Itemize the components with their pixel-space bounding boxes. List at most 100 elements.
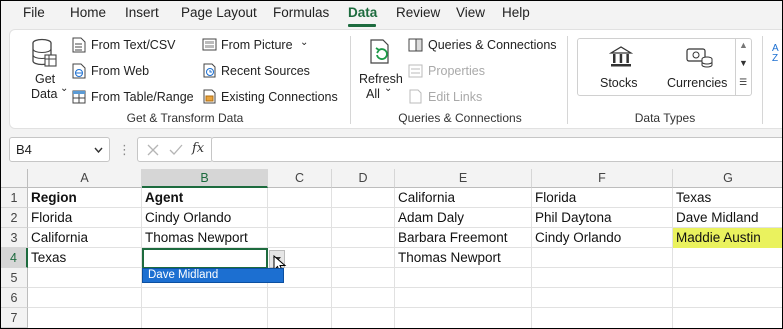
cell-a1[interactable]: Region xyxy=(28,188,141,208)
gallery-scroll[interactable]: ▲ ▼ ☰ xyxy=(735,39,751,95)
edit-links-label: Edit Links xyxy=(428,90,483,104)
insert-function-icon[interactable]: fx xyxy=(192,141,204,156)
from-text-csv-button[interactable]: From Text/CSV xyxy=(72,36,192,54)
chevron-up-icon[interactable]: ▲ xyxy=(739,40,748,50)
cell-a2[interactable]: Florida xyxy=(28,208,141,228)
formula-bar: B4 ⋮ fx xyxy=(9,137,782,163)
refresh-label-1: Refresh xyxy=(359,72,403,86)
column-header-e[interactable]: E xyxy=(395,169,532,188)
tab-help[interactable]: Help xyxy=(502,5,530,20)
row-header-4[interactable]: 4 xyxy=(1,248,28,268)
from-web-button[interactable]: From Web xyxy=(72,62,192,80)
recent-sources-button[interactable]: Recent Sources xyxy=(202,62,322,80)
dropdown-option[interactable]: Dave Midland xyxy=(142,268,284,283)
gridline xyxy=(28,307,782,308)
stocks-button[interactable]: Stocks xyxy=(592,42,648,94)
column-header-c[interactable]: C xyxy=(268,169,332,188)
web-page-icon xyxy=(72,63,86,79)
ribbon-panel: Get Data ⌄ From Text/CSV From Web From T… xyxy=(9,29,782,129)
column-header-a[interactable]: A xyxy=(28,169,142,188)
recent-sources-label: Recent Sources xyxy=(221,64,310,78)
formula-input[interactable] xyxy=(211,137,782,162)
cell-g1[interactable]: Texas xyxy=(673,188,782,208)
cell-f1[interactable]: Florida xyxy=(532,188,672,208)
tab-formulas[interactable]: Formulas xyxy=(273,5,329,20)
row-header-1[interactable]: 1 xyxy=(1,188,28,208)
group-divider xyxy=(762,36,763,124)
connection-file-icon xyxy=(203,89,216,104)
sort-az-icon[interactable]: AZ xyxy=(772,44,779,64)
queries-connections-label: Queries & Connections xyxy=(428,38,557,52)
currencies-label: Currencies xyxy=(667,76,728,90)
group-divider xyxy=(567,36,568,124)
worksheet-grid[interactable]: A B C D E F G 1 2 3 4 5 6 7 Region Agent… xyxy=(1,169,782,328)
tab-view[interactable]: View xyxy=(456,5,485,20)
drag-handle-icon[interactable]: ⋮ xyxy=(118,142,131,158)
column-header-g[interactable]: G xyxy=(673,169,782,188)
existing-connections-button[interactable]: Existing Connections xyxy=(202,88,347,106)
column-header-d[interactable]: D xyxy=(332,169,395,188)
row-header-3[interactable]: 3 xyxy=(1,228,28,248)
cell-b2[interactable]: Cindy Orlando xyxy=(142,208,267,228)
queries-connections-button[interactable]: Queries & Connections xyxy=(408,36,558,54)
cell-e2[interactable]: Adam Daly xyxy=(395,208,531,228)
active-cell-b4[interactable] xyxy=(142,248,268,269)
group-divider xyxy=(350,36,351,124)
name-box[interactable]: B4 xyxy=(9,137,110,162)
refresh-all-button[interactable]: Refresh All ⌄ xyxy=(358,36,403,106)
tab-page-layout[interactable]: Page Layout xyxy=(181,5,257,20)
bank-icon xyxy=(609,46,633,67)
clock-icon xyxy=(203,63,216,78)
tab-insert[interactable]: Insert xyxy=(125,5,159,20)
tab-data[interactable]: Data xyxy=(348,5,377,20)
column-header-b[interactable]: B xyxy=(142,169,268,188)
from-picture-button[interactable]: From Picture ⌄ xyxy=(202,36,322,54)
row-header-7[interactable]: 7 xyxy=(1,308,28,328)
tab-review[interactable]: Review xyxy=(396,5,440,20)
cell-a4[interactable]: Texas xyxy=(28,248,141,268)
cell-e3[interactable]: Barbara Freemont xyxy=(395,228,531,248)
cancel-icon[interactable] xyxy=(147,144,159,156)
picture-icon xyxy=(202,38,217,51)
tab-file[interactable]: File xyxy=(23,5,45,20)
tab-home[interactable]: Home xyxy=(70,5,106,20)
from-table-range-label: From Table/Range xyxy=(91,90,194,104)
enter-check-icon[interactable] xyxy=(169,144,183,156)
currency-icon xyxy=(686,48,713,68)
chevron-down-icon: ⌄ xyxy=(300,37,309,48)
queries-pane-icon xyxy=(408,38,423,52)
properties-icon xyxy=(408,64,423,78)
stocks-label: Stocks xyxy=(600,76,638,90)
table-icon xyxy=(72,90,86,104)
column-header-f[interactable]: F xyxy=(532,169,673,188)
dropdown-option-label: Dave Midland xyxy=(148,269,219,281)
gridline xyxy=(28,287,782,288)
currencies-button[interactable]: Currencies xyxy=(666,42,736,94)
chevron-down-icon: ⌄ xyxy=(384,83,393,94)
cell-e1[interactable]: California xyxy=(395,188,531,208)
existing-connections-label: Existing Connections xyxy=(221,90,338,104)
data-types-group-label: Data Types xyxy=(634,111,696,125)
select-all-corner[interactable] xyxy=(1,169,28,188)
cell-b3[interactable]: Thomas Newport xyxy=(142,228,267,248)
data-types-gallery: Stocks Currencies xyxy=(577,38,752,96)
text-file-icon xyxy=(72,37,86,53)
get-transform-group-label: Get & Transform Data xyxy=(126,111,244,125)
name-box-value: B4 xyxy=(16,142,32,157)
cell-f2[interactable]: Phil Daytona xyxy=(532,208,672,228)
row-header-2[interactable]: 2 xyxy=(1,208,28,228)
refresh-icon xyxy=(370,39,389,64)
cell-b1[interactable]: Agent xyxy=(142,188,267,208)
cell-g2[interactable]: Dave Midland xyxy=(673,208,782,228)
queries-group-label: Queries & Connections xyxy=(398,111,522,125)
cell-g3[interactable]: Maddie Austin xyxy=(673,228,782,248)
chevron-down-icon[interactable]: ▼ xyxy=(739,58,748,68)
row-header-5[interactable]: 5 xyxy=(1,268,28,288)
get-data-button[interactable]: Get Data ⌄ xyxy=(18,36,68,106)
from-table-range-button[interactable]: From Table/Range xyxy=(72,88,202,106)
row-header-6[interactable]: 6 xyxy=(1,288,28,308)
cell-f3[interactable]: Cindy Orlando xyxy=(532,228,672,248)
cell-a3[interactable]: California xyxy=(28,228,141,248)
more-icon[interactable]: ☰ xyxy=(739,77,747,88)
cell-e4[interactable]: Thomas Newport xyxy=(395,248,531,268)
